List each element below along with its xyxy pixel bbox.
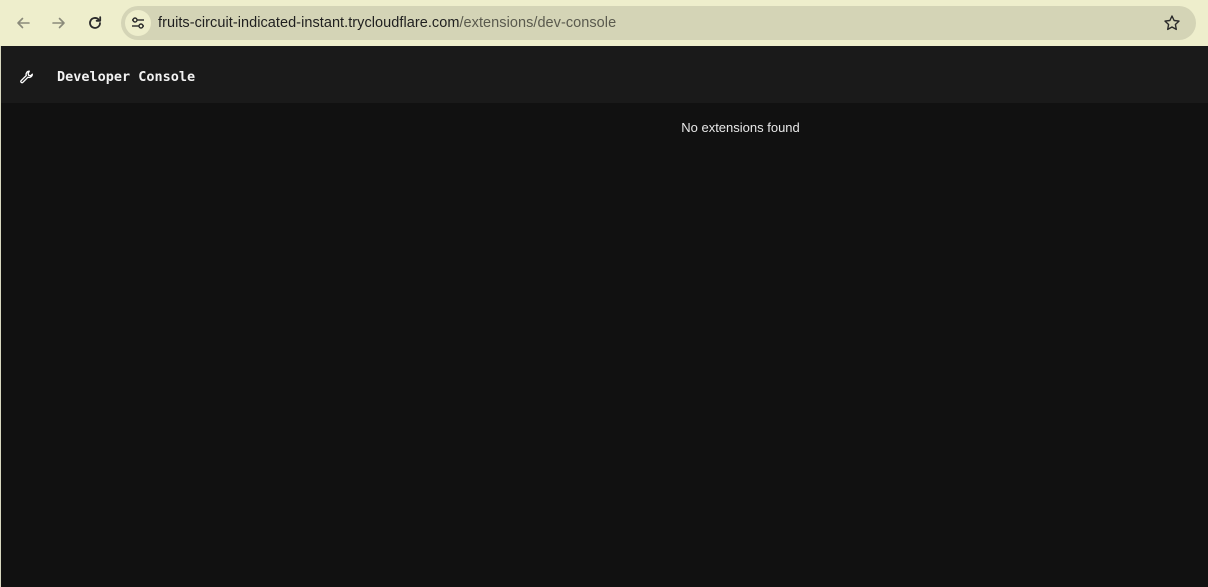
empty-state-message: No extensions found [681,120,800,135]
arrow-right-icon [52,17,65,29]
tune-icon [132,17,144,29]
url-text[interactable]: fruits-circuit-indicated-instant.tryclou… [158,6,616,40]
url-path: /extensions/dev-console [459,15,617,31]
back-button[interactable] [8,8,38,38]
url-host: fruits-circuit-indicated-instant.tryclou… [158,15,460,31]
reload-button[interactable] [80,8,110,38]
page-title: Developer Console [57,69,196,85]
reload-icon [89,16,102,29]
address-bar[interactable]: fruits-circuit-indicated-instant.tryclou… [121,6,1196,40]
arrow-left-icon [17,17,30,29]
star-icon [1164,15,1180,31]
wrench-icon [19,69,35,85]
browser-toolbar: fruits-circuit-indicated-instant.tryclou… [0,0,1208,46]
page-content: Developer Console No extensions found [0,46,1208,587]
app-header: Developer Console [1,46,1208,103]
forward-button[interactable] [44,8,74,38]
site-info-button[interactable] [125,10,151,36]
bookmark-button[interactable] [1162,13,1182,33]
